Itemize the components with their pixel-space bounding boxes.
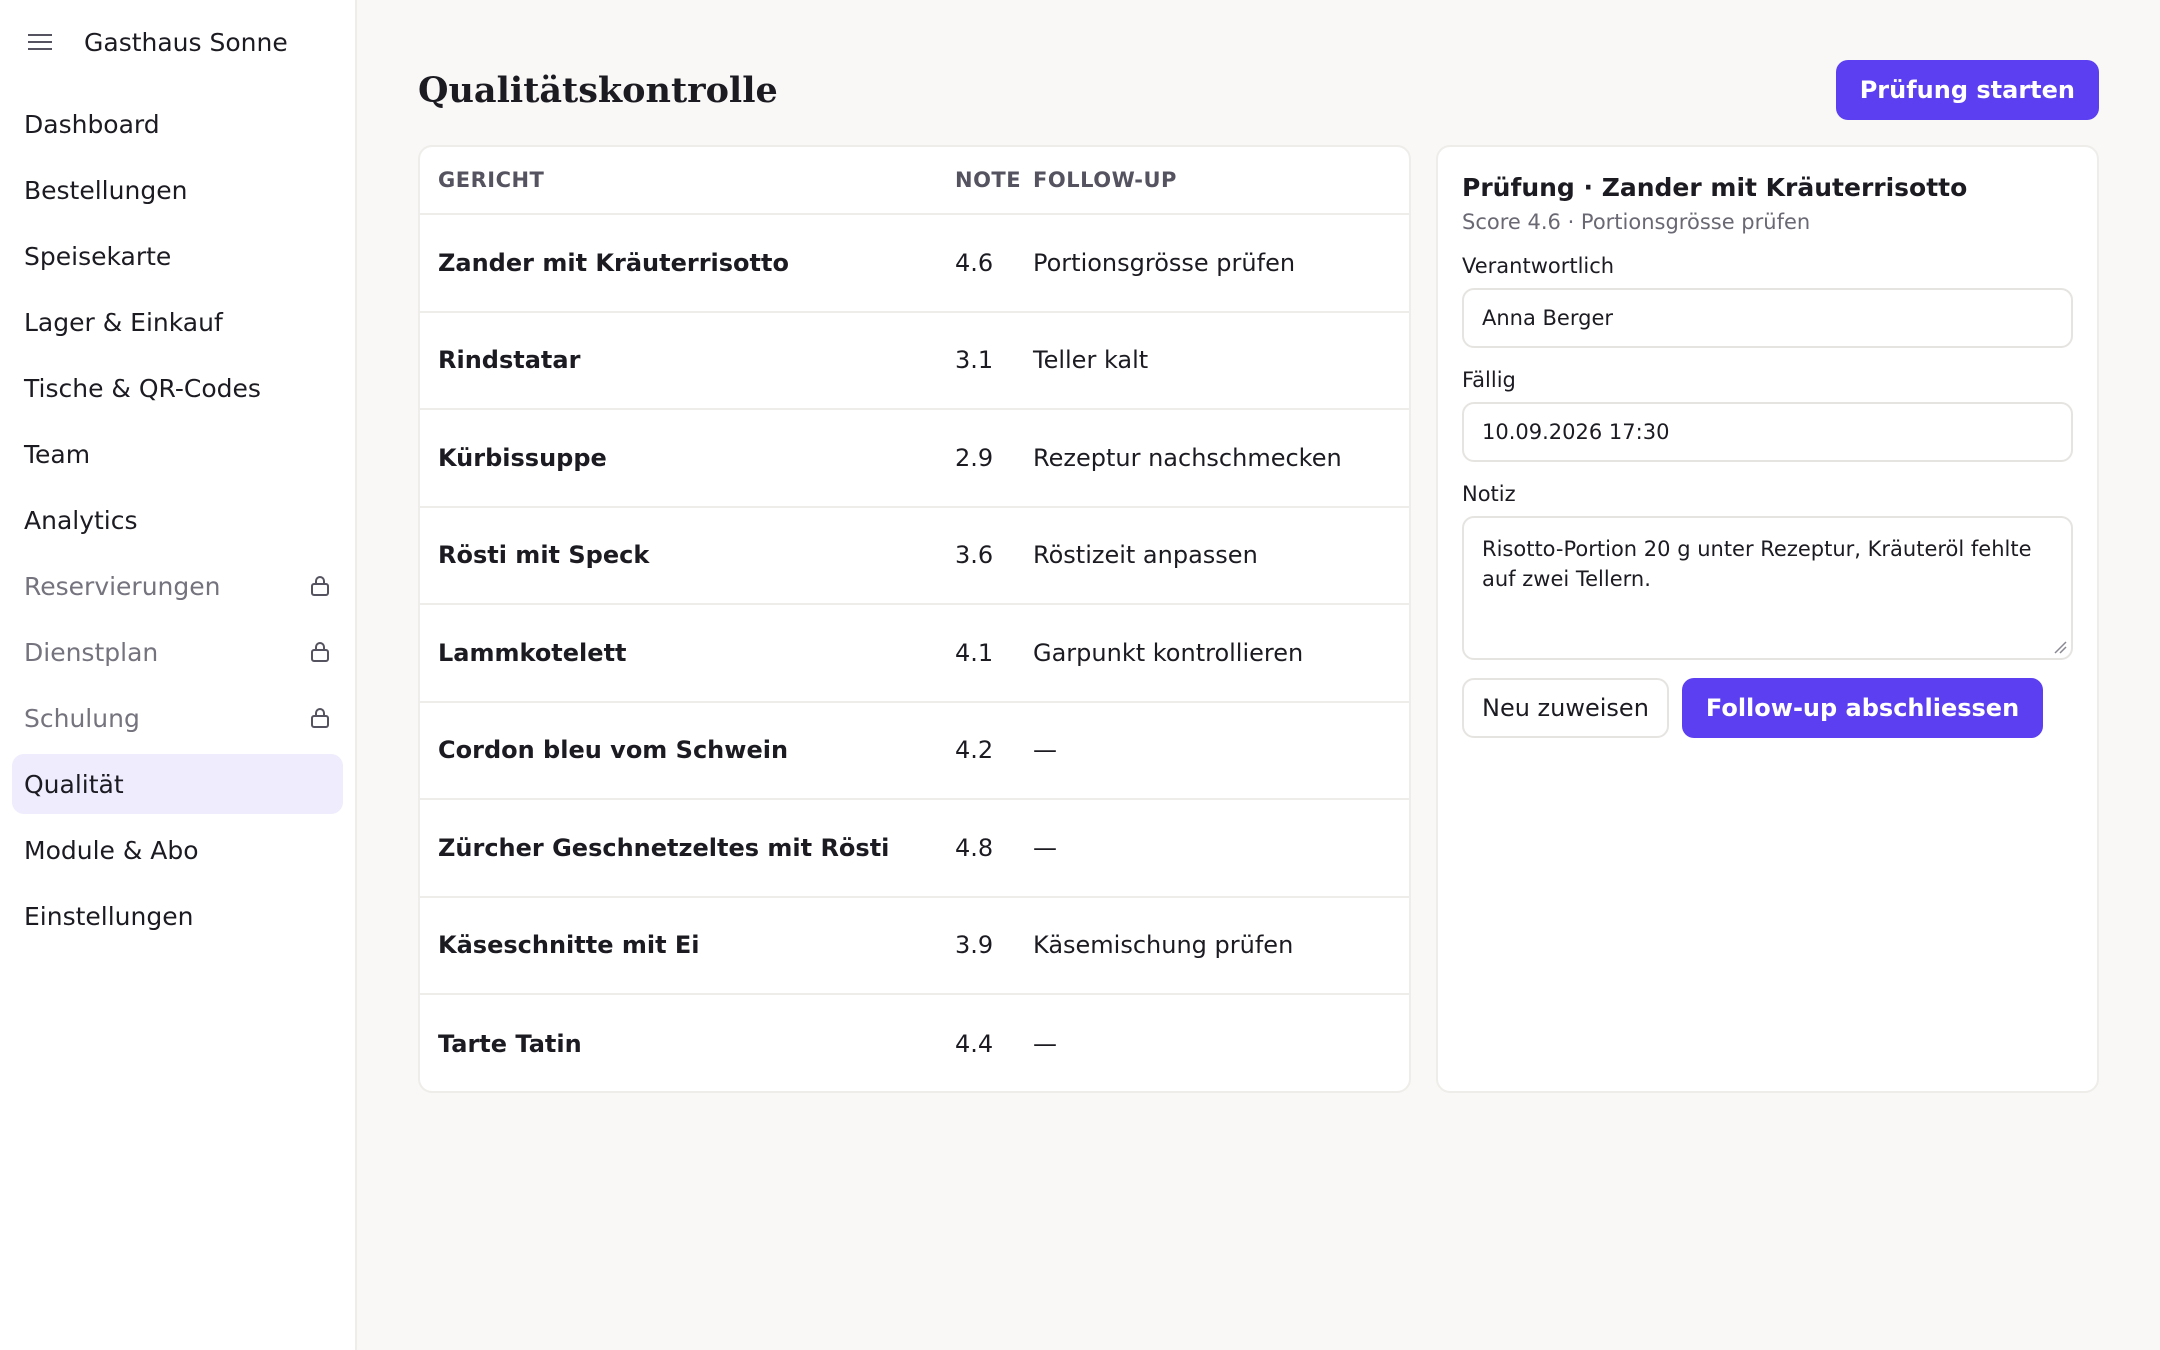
dish-cell: Kürbissuppe [438, 443, 607, 472]
sidebar-item-bestellungen[interactable]: Bestellungen [12, 160, 343, 220]
table-row[interactable]: Rindstatar 3.1 Teller kalt [420, 313, 1409, 410]
dish-cell: Zürcher Geschnetzeltes mit Rösti [438, 833, 890, 862]
dish-cell: Zander mit Kräuterrisotto [438, 248, 789, 277]
table-row[interactable]: Zürcher Geschnetzeltes mit Rösti 4.8 — [420, 800, 1409, 898]
note-cell: 4.1 [955, 638, 994, 667]
owner-label: Verantwortlich [1462, 254, 1615, 278]
sidebar-item-label: Bestellungen [24, 175, 188, 205]
sidebar-item-label: Tische & QR-Codes [24, 373, 261, 403]
dish-cell: Cordon bleu vom Schwein [438, 736, 789, 765]
follow-up-cell: — [1033, 1029, 1057, 1058]
lock-icon [309, 574, 331, 598]
table-row[interactable]: Tarte Tatin 4.4 — [420, 995, 1409, 1091]
main-content: Qualitätskontrolle Prüfung starten GERIC… [357, 0, 2160, 1350]
app-shell: Gasthaus Sonne Dashboard Bestellungen Spei… [0, 0, 2160, 1350]
follow-up-cell: Teller kalt [1033, 346, 1149, 375]
sidebar-item-lager-einkauf[interactable]: Lager & Einkauf [12, 292, 343, 352]
content-area: GERICHT NOTE FOLLOW-UP Zander mit Kräute… [418, 145, 2099, 1093]
reassign-button[interactable]: Neu zuweisen [1462, 678, 1669, 738]
sidebar-item-dienstplan[interactable]: Dienstplan [12, 622, 343, 682]
detail-actions: Neu zuweisen Follow-up abschliessen [1462, 678, 2073, 738]
sidebar-item-dashboard[interactable]: Dashboard [12, 94, 343, 154]
sidebar-item-label: Dienstplan [24, 637, 159, 667]
sidebar-item-analytics[interactable]: Analytics [12, 490, 343, 550]
follow-up-cell: Portionsgrösse prüfen [1033, 248, 1296, 277]
detail-subtitle: Score 4.6 · Portionsgrösse prüfen [1462, 210, 1811, 234]
note-cell: 4.8 [955, 833, 994, 862]
table-row[interactable]: Käseschnitte mit Ei 3.9 Käsemischung prüfe… [420, 898, 1409, 995]
sidebar: Gasthaus Sonne Dashboard Bestellungen Spei… [0, 0, 357, 1350]
dish-cell: Rösti mit Speck [438, 541, 650, 570]
sidebar-nav: Dashboard Bestellungen Speisekarte Lager & … [0, 94, 355, 946]
sidebar-item-qualität[interactable]: Qualität [12, 754, 343, 814]
sidebar-item-label: Einstellungen [24, 901, 194, 931]
sidebar-item-label: Module & Abo [24, 835, 199, 865]
quality-table: GERICHT NOTE FOLLOW-UP Zander mit Kräute… [418, 145, 1411, 1093]
follow-up-cell: Käsemischung prüfen [1033, 931, 1294, 960]
dish-cell: Tarte Tatin [438, 1029, 582, 1058]
note-cell: 2.9 [955, 443, 994, 472]
note-cell: 3.9 [955, 931, 994, 960]
table-body: Zander mit Kräuterrisotto 4.6 Portionsgrös… [420, 215, 1409, 1091]
follow-up-cell: — [1033, 736, 1057, 765]
sidebar-item-module-abo[interactable]: Module & Abo [12, 820, 343, 880]
follow-up-cell: Garpunkt kontrollieren [1033, 638, 1304, 667]
page-header: Qualitätskontrolle Prüfung starten [418, 60, 2099, 120]
sidebar-item-label: Team [24, 439, 91, 469]
sidebar-item-speisekarte[interactable]: Speisekarte [12, 226, 343, 286]
note-label: Notiz [1462, 482, 1516, 506]
sidebar-item-einstellungen[interactable]: Einstellungen [12, 886, 343, 946]
page-title: Qualitätskontrolle [418, 69, 778, 111]
sidebar-item-label: Schulung [24, 703, 140, 733]
table-row[interactable]: Lammkotelett 4.1 Garpunkt kontrollieren [420, 605, 1409, 703]
table-row[interactable]: Zander mit Kräuterrisotto 4.6 Portionsgrös… [420, 215, 1409, 313]
follow-up-cell: Rezeptur nachschmecken [1033, 443, 1342, 472]
due-label: Fällig [1462, 368, 1516, 392]
sidebar-item-team[interactable]: Team [12, 424, 343, 484]
sidebar-item-label: Reservierungen [24, 571, 221, 601]
dish-cell: Lammkotelett [438, 638, 627, 667]
note-cell: 4.4 [955, 1029, 994, 1058]
table-header: GERICHT NOTE FOLLOW-UP [420, 147, 1409, 215]
follow-up-cell: — [1033, 833, 1057, 862]
note-cell: 3.1 [955, 346, 994, 375]
note-text: Risotto-Portion 20 g unter Rezeptur, Krä… [1482, 537, 2032, 591]
note-textarea[interactable]: Risotto-Portion 20 g unter Rezeptur, Krä… [1462, 516, 2073, 660]
sidebar-item-label: Qualität [24, 769, 124, 799]
column-header-dish[interactable]: GERICHT [438, 168, 955, 192]
follow-up-cell: Röstizeit anpassen [1033, 541, 1258, 570]
sidebar-item-label: Analytics [24, 505, 138, 535]
note-cell: 4.2 [955, 736, 994, 765]
sidebar-item-schulung[interactable]: Schulung [12, 688, 343, 748]
table-row[interactable]: Rösti mit Speck 3.6 Röstizeit anpassen [420, 508, 1409, 605]
table-row[interactable]: Cordon bleu vom Schwein 4.2 — [420, 703, 1409, 800]
column-header-note[interactable]: NOTE [955, 168, 1033, 192]
dish-cell: Rindstatar [438, 346, 581, 375]
column-header-follow-up[interactable]: FOLLOW-UP [1033, 168, 1409, 192]
note-cell: 3.6 [955, 541, 994, 570]
note-cell: 4.6 [955, 248, 994, 277]
due-date-field[interactable]: 10.09.2026 17:30 [1462, 402, 2073, 462]
sidebar-item-label: Lager & Einkauf [24, 307, 223, 337]
hamburger-menu-icon[interactable] [28, 31, 56, 53]
resize-handle-icon[interactable] [2053, 640, 2067, 654]
table-row[interactable]: Kürbissuppe 2.9 Rezeptur nachschmecken [420, 410, 1409, 508]
brand-header: Gasthaus Sonne [0, 22, 355, 62]
sidebar-item-label: Speisekarte [24, 241, 172, 271]
dish-cell: Käseschnitte mit Ei [438, 931, 700, 960]
detail-title: Prüfung · Zander mit Kräuterrisotto [1462, 173, 1968, 202]
lock-icon [309, 706, 331, 730]
start-inspection-button[interactable]: Prüfung starten [1835, 60, 2099, 120]
complete-follow-up-button[interactable]: Follow-up abschliessen [1681, 678, 2044, 738]
sidebar-item-label: Dashboard [24, 109, 160, 139]
sidebar-item-tische-qr-codes[interactable]: Tische & QR-Codes [12, 358, 343, 418]
owner-field[interactable]: Anna Berger [1462, 288, 2073, 348]
restaurant-name: Gasthaus Sonne [84, 27, 288, 57]
sidebar-item-reservierungen[interactable]: Reservierungen [12, 556, 343, 616]
inspection-detail-panel: Prüfung · Zander mit Kräuterrisotto Scor… [1436, 145, 2099, 1093]
lock-icon [309, 640, 331, 664]
